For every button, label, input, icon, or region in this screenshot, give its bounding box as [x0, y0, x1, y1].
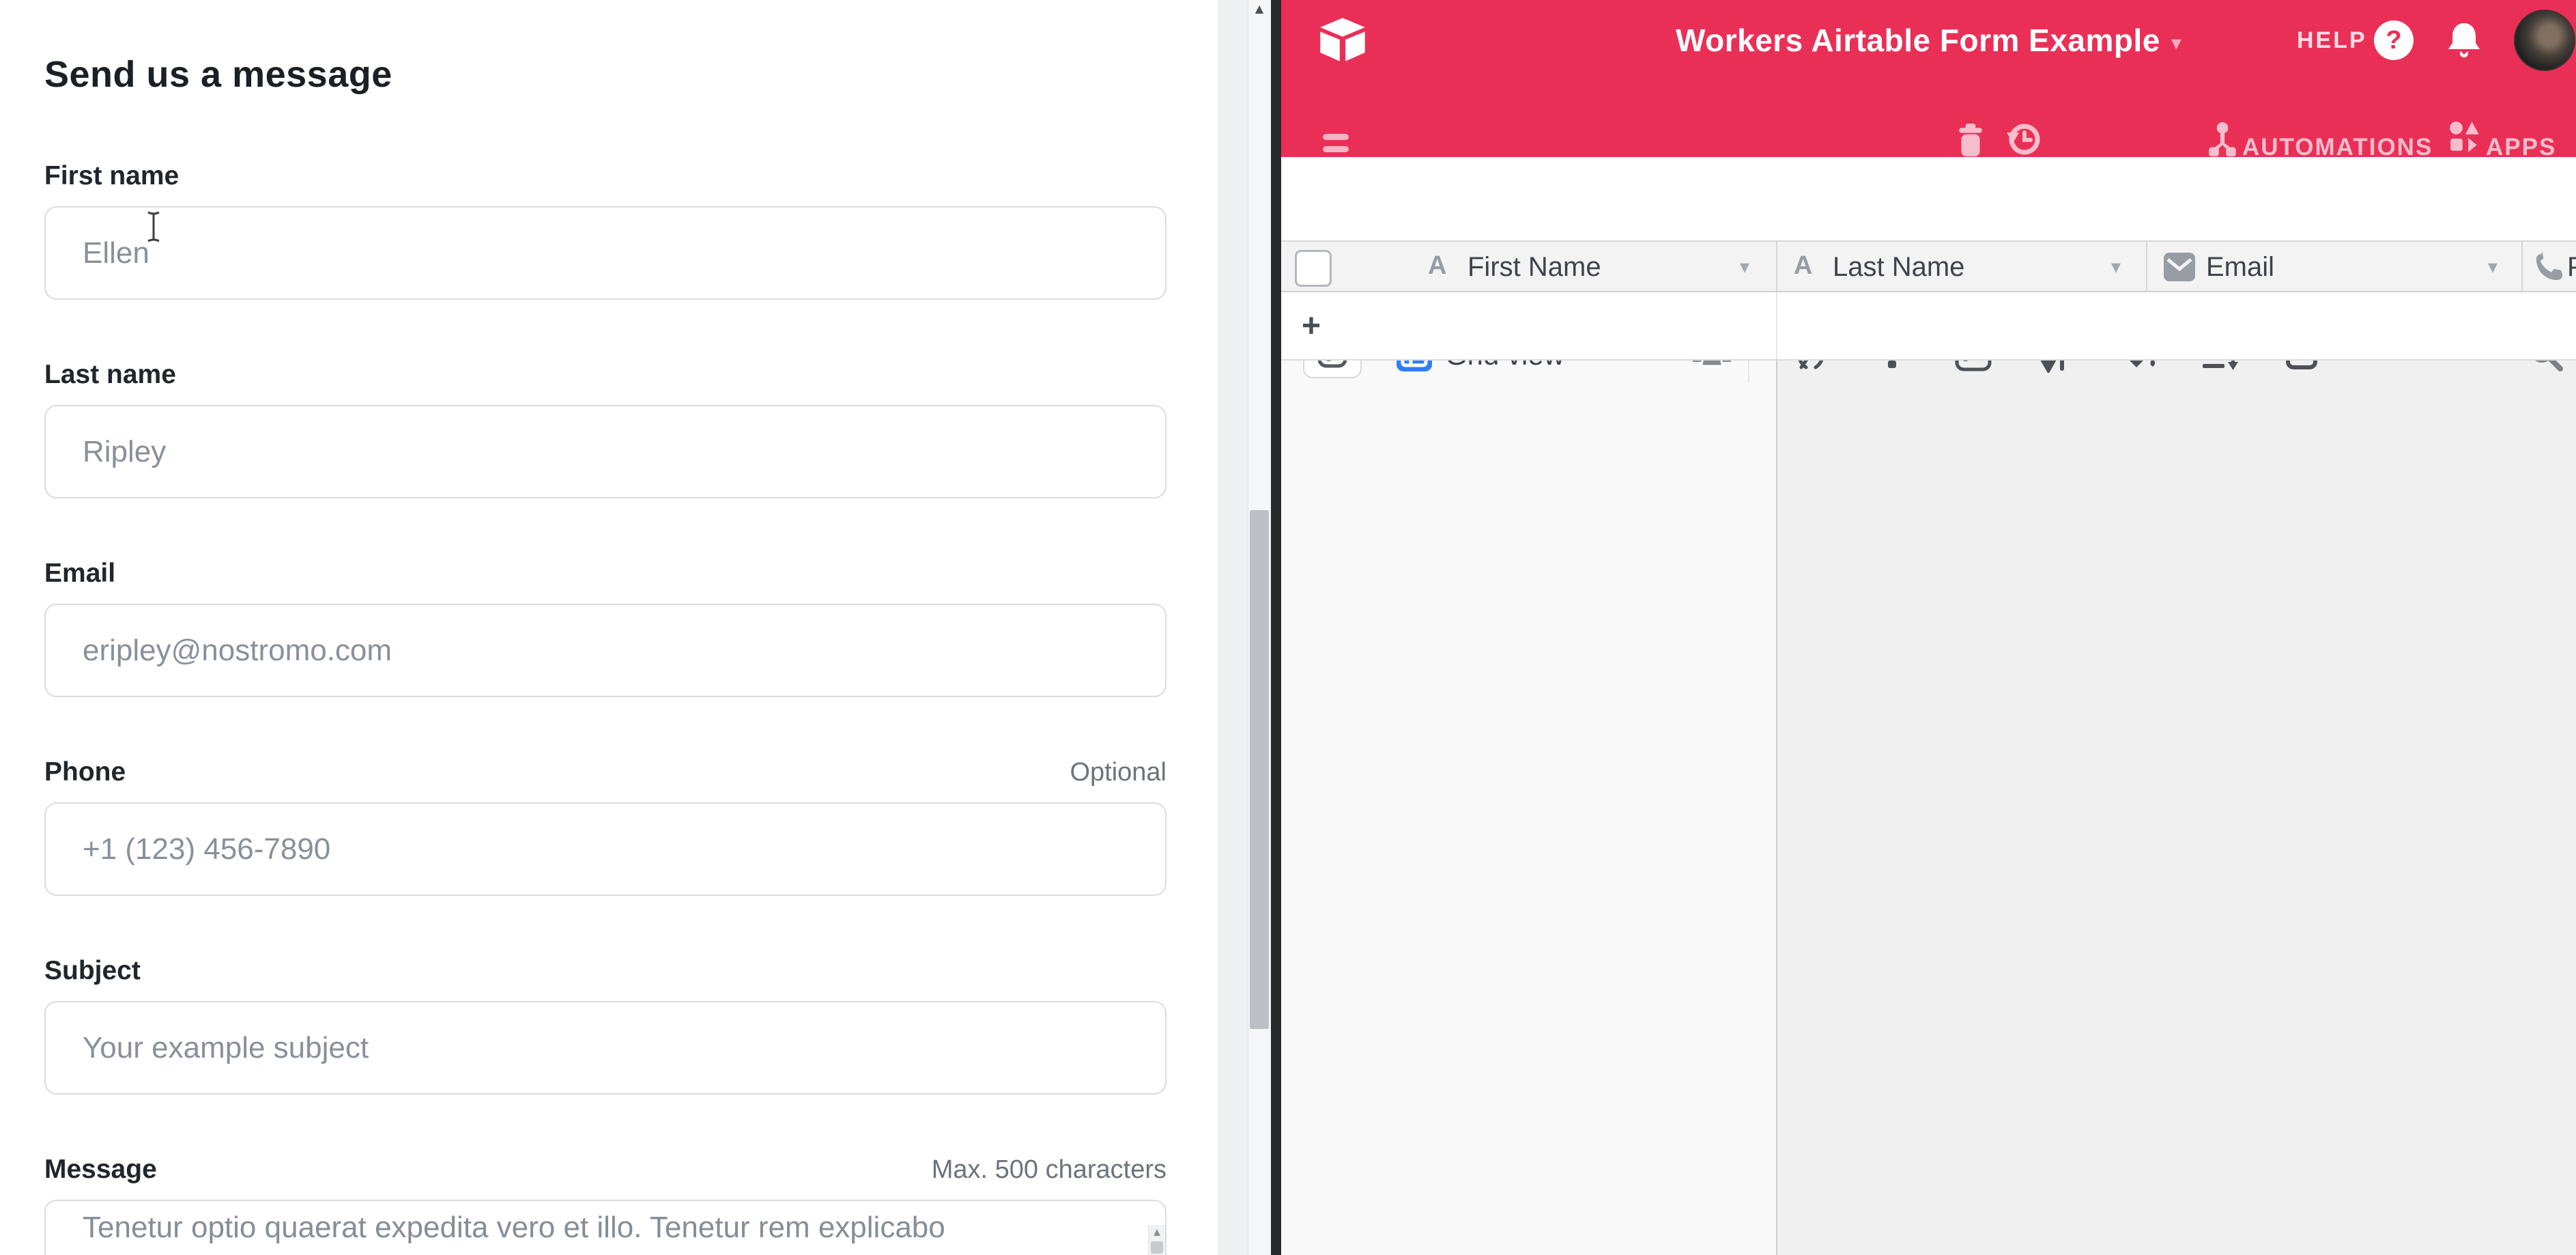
page-scrollbar-thumb[interactable] — [1250, 510, 1269, 1029]
airtable-tab-bar: Form Submissions ▾ SHARE — [1281, 81, 2576, 157]
field-email: Email — [44, 559, 1167, 697]
grid-canvas-right — [1777, 361, 2576, 1255]
column-divider[interactable] — [2521, 242, 2523, 291]
field-message: Message Max. 500 characters — [44, 1155, 1167, 1255]
textarea-scrollbar[interactable]: ▲ — [1148, 1225, 1165, 1255]
phone-field-type-icon — [2534, 251, 2565, 283]
contact-form: Send us a message First name Last name E… — [44, 0, 1167, 1255]
column-caret-icon[interactable]: ▾ — [2111, 255, 2121, 278]
window-divider — [1271, 0, 1281, 1255]
message-label: Message — [44, 1155, 157, 1185]
text-cursor-pointer — [145, 210, 162, 243]
phone-label: Phone — [44, 757, 126, 787]
text-field-type-icon: A — [1428, 251, 1446, 281]
email-label: Email — [44, 559, 115, 589]
last-name-label: Last name — [44, 360, 176, 390]
field-first-name: First name — [44, 161, 1167, 300]
airtable-pane: Workers Airtable Form Example ▾ HELP ? F… — [1281, 0, 2576, 1255]
text-field-type-icon: A — [1794, 251, 1812, 281]
history-icon[interactable] — [2005, 120, 2042, 158]
message-helper: Max. 500 characters — [932, 1155, 1167, 1185]
apps-icon[interactable] — [2448, 120, 2482, 156]
column-header-first-name[interactable]: First Name — [1468, 252, 1601, 283]
airtable-top-bar: Workers Airtable Form Example ▾ HELP ? — [1281, 0, 2576, 81]
subject-input[interactable] — [44, 1001, 1167, 1095]
select-all-checkbox[interactable] — [1295, 250, 1332, 287]
add-record-row[interactable]: + — [1281, 292, 2576, 361]
email-input[interactable] — [44, 604, 1167, 697]
column-caret-icon[interactable]: ▾ — [1740, 255, 1749, 278]
contact-form-pane: Send us a message First name Last name E… — [0, 0, 1218, 1255]
phone-helper: Optional — [1070, 758, 1167, 787]
email-field-type-icon — [2164, 253, 2195, 281]
column-divider[interactable] — [1776, 242, 1777, 291]
column-header-email[interactable]: Email — [2206, 252, 2274, 283]
column-header-last-name[interactable]: Last Name — [1833, 252, 1964, 283]
grid-header-row: A First Name ▾ A Last Name ▾ Email ▾ P — [1281, 240, 2576, 292]
frozen-column-divider — [1776, 361, 1777, 1255]
column-caret-icon[interactable]: ▾ — [2488, 255, 2498, 278]
add-record-plus-icon[interactable]: + — [1302, 307, 1321, 345]
field-last-name: Last name — [44, 360, 1167, 498]
automations-icon[interactable] — [2206, 120, 2239, 158]
scroll-up-arrow-icon[interactable]: ▲ — [1149, 1225, 1165, 1240]
trash-icon[interactable] — [1954, 122, 1988, 158]
grid-canvas-left — [1281, 361, 1776, 1255]
subject-label: Subject — [44, 956, 141, 986]
view-toolbar: Grid view ••• — [1281, 157, 2576, 240]
form-title: Send us a message — [44, 53, 1167, 96]
base-title[interactable]: Workers Airtable Form Example — [1676, 22, 2160, 59]
field-subject: Subject — [44, 956, 1167, 1095]
notifications-bell-icon[interactable] — [2445, 20, 2483, 60]
page-scroll-up-arrow-icon[interactable]: ▲ — [1248, 1, 1271, 18]
field-phone: Phone Optional — [44, 757, 1167, 896]
question-glyph: ? — [2386, 26, 2401, 55]
user-avatar[interactable] — [2514, 10, 2575, 71]
help-button[interactable]: HELP — [2297, 27, 2367, 54]
column-divider — [1776, 292, 1777, 359]
base-title-caret-icon[interactable]: ▾ — [2171, 26, 2181, 55]
column-divider[interactable] — [2146, 242, 2147, 291]
message-textarea[interactable] — [44, 1200, 1167, 1255]
textarea-scrollbar-thumb[interactable] — [1151, 1241, 1163, 1254]
help-question-icon[interactable]: ? — [2374, 20, 2414, 60]
first-name-input[interactable] — [44, 206, 1167, 300]
column-header-phone[interactable]: P — [2567, 252, 2576, 283]
last-name-input[interactable] — [44, 405, 1167, 498]
page-scroll-gutter: ▲ — [1218, 0, 1271, 1255]
phone-input[interactable] — [44, 802, 1167, 896]
first-name-label: First name — [44, 161, 179, 191]
